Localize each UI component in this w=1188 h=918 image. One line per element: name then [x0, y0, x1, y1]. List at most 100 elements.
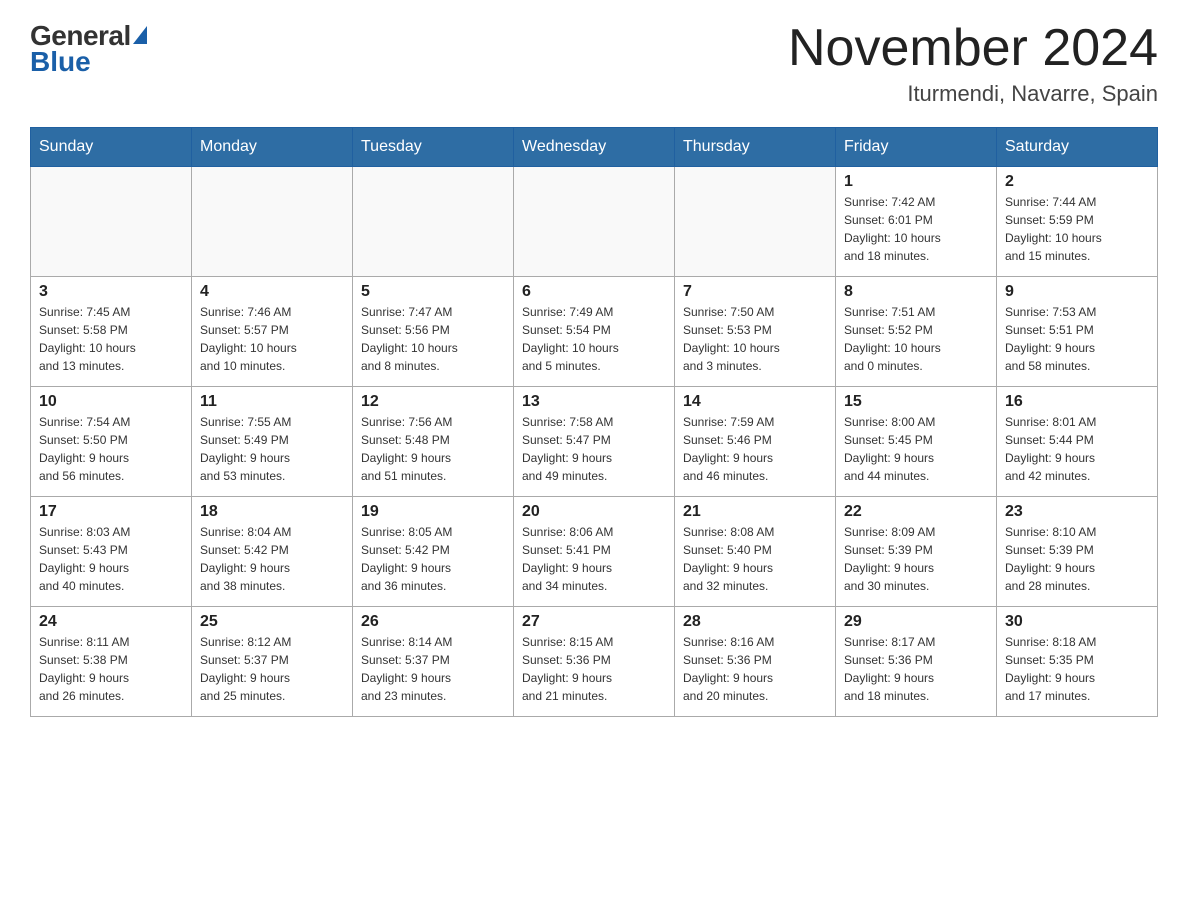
calendar-cell: 30 Sunrise: 8:18 AM Sunset: 5:35 PM Dayli… — [997, 607, 1158, 717]
calendar-cell: 4 Sunrise: 7:46 AM Sunset: 5:57 PM Daylig… — [192, 277, 353, 387]
logo: General Blue — [30, 20, 147, 78]
day-info: Sunrise: 7:59 AM Sunset: 5:46 PM Dayligh… — [683, 413, 827, 485]
weekday-header-sunday: Sunday — [31, 128, 192, 167]
day-info: Sunrise: 8:09 AM Sunset: 5:39 PM Dayligh… — [844, 523, 988, 595]
title-block: November 2024 Iturmendi, Navarre, Spain — [788, 20, 1158, 107]
day-info: Sunrise: 7:46 AM Sunset: 5:57 PM Dayligh… — [200, 303, 344, 375]
calendar-cell: 1 Sunrise: 7:42 AM Sunset: 6:01 PM Daylig… — [836, 167, 997, 277]
day-info: Sunrise: 8:04 AM Sunset: 5:42 PM Dayligh… — [200, 523, 344, 595]
day-number: 23 — [1005, 503, 1149, 521]
weekday-header-thursday: Thursday — [675, 128, 836, 167]
calendar-cell: 13 Sunrise: 7:58 AM Sunset: 5:47 PM Dayli… — [514, 387, 675, 497]
day-number: 27 — [522, 613, 666, 631]
calendar-cell: 19 Sunrise: 8:05 AM Sunset: 5:42 PM Dayli… — [353, 497, 514, 607]
calendar-cell — [192, 167, 353, 277]
calendar-cell — [353, 167, 514, 277]
calendar-cell — [675, 167, 836, 277]
calendar-cell: 20 Sunrise: 8:06 AM Sunset: 5:41 PM Dayli… — [514, 497, 675, 607]
day-number: 11 — [200, 393, 344, 411]
day-info: Sunrise: 8:05 AM Sunset: 5:42 PM Dayligh… — [361, 523, 505, 595]
day-number: 16 — [1005, 393, 1149, 411]
day-number: 30 — [1005, 613, 1149, 631]
calendar-cell: 12Sunrise: 7:56 AM Sunset: 5:48 PM Dayli… — [353, 387, 514, 497]
calendar-cell: 11 Sunrise: 7:55 AM Sunset: 5:49 PM Dayli… — [192, 387, 353, 497]
day-info: Sunrise: 7:58 AM Sunset: 5:47 PM Dayligh… — [522, 413, 666, 485]
calendar-week-row: 17 Sunrise: 8:03 AM Sunset: 5:43 PM Dayli… — [31, 497, 1158, 607]
day-info: Sunrise: 8:03 AM Sunset: 5:43 PM Dayligh… — [39, 523, 183, 595]
day-number: 14 — [683, 393, 827, 411]
day-number: 9 — [1005, 283, 1149, 301]
day-info: Sunrise: 8:12 AM Sunset: 5:37 PM Dayligh… — [200, 633, 344, 705]
day-number: 17 — [39, 503, 183, 521]
day-info: Sunrise: 8:14 AM Sunset: 5:37 PM Dayligh… — [361, 633, 505, 705]
calendar-cell: 17 Sunrise: 8:03 AM Sunset: 5:43 PM Dayli… — [31, 497, 192, 607]
day-number: 2 — [1005, 173, 1149, 191]
day-number: 20 — [522, 503, 666, 521]
day-number: 4 — [200, 283, 344, 301]
day-number: 28 — [683, 613, 827, 631]
day-info: Sunrise: 8:10 AM Sunset: 5:39 PM Dayligh… — [1005, 523, 1149, 595]
weekday-header-saturday: Saturday — [997, 128, 1158, 167]
calendar-cell: 18Sunrise: 8:04 AM Sunset: 5:42 PM Dayli… — [192, 497, 353, 607]
day-info: Sunrise: 7:45 AM Sunset: 5:58 PM Dayligh… — [39, 303, 183, 375]
calendar-week-row: 3 Sunrise: 7:45 AM Sunset: 5:58 PM Daylig… — [31, 277, 1158, 387]
day-number: 24 — [39, 613, 183, 631]
day-info: Sunrise: 8:18 AM Sunset: 5:35 PM Dayligh… — [1005, 633, 1149, 705]
day-info: Sunrise: 8:00 AM Sunset: 5:45 PM Dayligh… — [844, 413, 988, 485]
calendar-cell: 25 Sunrise: 8:12 AM Sunset: 5:37 PM Dayli… — [192, 607, 353, 717]
calendar-week-row: 24Sunrise: 8:11 AM Sunset: 5:38 PM Dayli… — [31, 607, 1158, 717]
day-number: 22 — [844, 503, 988, 521]
day-number: 1 — [844, 173, 988, 191]
logo-blue-text: Blue — [30, 46, 91, 78]
day-number: 19 — [361, 503, 505, 521]
day-number: 10 — [39, 393, 183, 411]
day-info: Sunrise: 8:06 AM Sunset: 5:41 PM Dayligh… — [522, 523, 666, 595]
calendar-cell: 15 Sunrise: 8:00 AM Sunset: 5:45 PM Dayli… — [836, 387, 997, 497]
day-info: Sunrise: 7:55 AM Sunset: 5:49 PM Dayligh… — [200, 413, 344, 485]
calendar-cell — [514, 167, 675, 277]
calendar-cell: 16Sunrise: 8:01 AM Sunset: 5:44 PM Dayli… — [997, 387, 1158, 497]
day-number: 25 — [200, 613, 344, 631]
location-subtitle: Iturmendi, Navarre, Spain — [788, 81, 1158, 107]
calendar-cell: 29 Sunrise: 8:17 AM Sunset: 5:36 PM Dayli… — [836, 607, 997, 717]
calendar-cell: 2 Sunrise: 7:44 AM Sunset: 5:59 PM Daylig… — [997, 167, 1158, 277]
day-number: 5 — [361, 283, 505, 301]
day-info: Sunrise: 7:44 AM Sunset: 5:59 PM Dayligh… — [1005, 193, 1149, 265]
calendar-cell: 21Sunrise: 8:08 AM Sunset: 5:40 PM Dayli… — [675, 497, 836, 607]
day-info: Sunrise: 7:56 AM Sunset: 5:48 PM Dayligh… — [361, 413, 505, 485]
day-info: Sunrise: 8:17 AM Sunset: 5:36 PM Dayligh… — [844, 633, 988, 705]
day-info: Sunrise: 7:51 AM Sunset: 5:52 PM Dayligh… — [844, 303, 988, 375]
day-number: 15 — [844, 393, 988, 411]
day-info: Sunrise: 7:53 AM Sunset: 5:51 PM Dayligh… — [1005, 303, 1149, 375]
calendar-cell: 10 Sunrise: 7:54 AM Sunset: 5:50 PM Dayli… — [31, 387, 192, 497]
day-info: Sunrise: 7:49 AM Sunset: 5:54 PM Dayligh… — [522, 303, 666, 375]
calendar-week-row: 10 Sunrise: 7:54 AM Sunset: 5:50 PM Dayli… — [31, 387, 1158, 497]
day-number: 8 — [844, 283, 988, 301]
calendar-cell: 27 Sunrise: 8:15 AM Sunset: 5:36 PM Dayli… — [514, 607, 675, 717]
day-number: 13 — [522, 393, 666, 411]
calendar-week-row: 1 Sunrise: 7:42 AM Sunset: 6:01 PM Daylig… — [31, 167, 1158, 277]
day-info: Sunrise: 7:50 AM Sunset: 5:53 PM Dayligh… — [683, 303, 827, 375]
weekday-header-friday: Friday — [836, 128, 997, 167]
day-number: 26 — [361, 613, 505, 631]
calendar-cell: 28 Sunrise: 8:16 AM Sunset: 5:36 PM Dayli… — [675, 607, 836, 717]
calendar-cell: 7 Sunrise: 7:50 AM Sunset: 5:53 PM Daylig… — [675, 277, 836, 387]
calendar-cell: 3 Sunrise: 7:45 AM Sunset: 5:58 PM Daylig… — [31, 277, 192, 387]
calendar-cell: 9 Sunrise: 7:53 AM Sunset: 5:51 PM Daylig… — [997, 277, 1158, 387]
weekday-header-wednesday: Wednesday — [514, 128, 675, 167]
day-info: Sunrise: 7:54 AM Sunset: 5:50 PM Dayligh… — [39, 413, 183, 485]
logo-triangle-icon — [133, 26, 147, 44]
day-number: 29 — [844, 613, 988, 631]
day-info: Sunrise: 8:16 AM Sunset: 5:36 PM Dayligh… — [683, 633, 827, 705]
day-number: 7 — [683, 283, 827, 301]
calendar-cell — [31, 167, 192, 277]
day-info: Sunrise: 8:15 AM Sunset: 5:36 PM Dayligh… — [522, 633, 666, 705]
day-number: 21 — [683, 503, 827, 521]
weekday-header-tuesday: Tuesday — [353, 128, 514, 167]
day-number: 6 — [522, 283, 666, 301]
day-info: Sunrise: 7:42 AM Sunset: 6:01 PM Dayligh… — [844, 193, 988, 265]
month-title: November 2024 — [788, 20, 1158, 77]
calendar-header-row: SundayMondayTuesdayWednesdayThursdayFrid… — [31, 128, 1158, 167]
calendar-cell: 14 Sunrise: 7:59 AM Sunset: 5:46 PM Dayli… — [675, 387, 836, 497]
day-number: 3 — [39, 283, 183, 301]
